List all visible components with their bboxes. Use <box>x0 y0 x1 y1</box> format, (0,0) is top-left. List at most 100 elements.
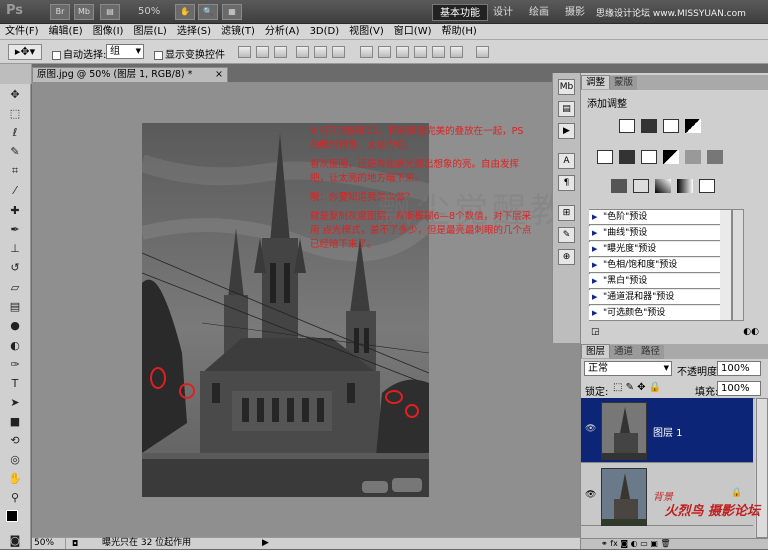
blur-tool-icon[interactable]: ● <box>4 317 26 335</box>
actions-icon[interactable]: ▶ <box>558 123 575 139</box>
tab-channels[interactable]: 通道 <box>610 345 638 359</box>
hand-tool-icon[interactable]: ✋ <box>175 4 195 20</box>
threshold-icon[interactable] <box>655 179 671 193</box>
auto-select-dropdown[interactable]: 组 ▼ <box>106 44 144 59</box>
levels-icon[interactable] <box>641 119 657 133</box>
clip-icon[interactable]: ◲ <box>591 327 600 337</box>
menu-image[interactable]: 图像(I) <box>88 24 129 40</box>
distribute-left-icon[interactable] <box>414 46 427 58</box>
menu-filter[interactable]: 滤镜(T) <box>216 24 260 40</box>
tool-presets-icon[interactable]: ⊞ <box>558 205 575 221</box>
delete-layer-icon[interactable]: 🗑 <box>660 539 670 548</box>
menu-window[interactable]: 窗口(W) <box>389 24 437 40</box>
align-left-icon[interactable] <box>296 46 309 58</box>
tab-layers[interactable]: 图层 <box>581 344 611 358</box>
extras-icon[interactable]: ▤ <box>100 4 120 20</box>
fx-icon[interactable]: fx <box>610 539 618 548</box>
align-hcenter-icon[interactable] <box>314 46 327 58</box>
history-icon[interactable]: ▤ <box>558 101 575 117</box>
workspace-design[interactable]: 设计 <box>486 4 520 21</box>
posterize-icon[interactable] <box>633 179 649 193</box>
align-vcenter-icon[interactable] <box>256 46 269 58</box>
brushes-icon[interactable]: ✎ <box>558 227 575 243</box>
dodge-tool-icon[interactable]: ◐ <box>4 337 26 355</box>
auto-align-icon[interactable] <box>476 46 489 58</box>
type-tool-icon[interactable]: T <box>4 375 26 393</box>
exposure-icon[interactable] <box>685 119 701 133</box>
menu-3d[interactable]: 3D(D) <box>305 24 345 40</box>
hue-saturation-icon[interactable] <box>619 150 635 164</box>
mini-bridge-icon[interactable]: Mb <box>558 79 575 95</box>
invert-icon[interactable] <box>611 179 627 193</box>
zoom-tool-icon[interactable]: ⚲ <box>4 489 26 507</box>
arrange-documents-icon[interactable]: ▦ <box>222 4 242 20</box>
tab-adjustments[interactable]: 调整 <box>581 75 611 89</box>
paragraph-icon[interactable]: ¶ <box>558 175 575 191</box>
tab-paths[interactable]: 路径 <box>637 345 665 359</box>
mini-bridge-button[interactable]: Mb <box>74 4 94 20</box>
preset-levels[interactable]: "色阶"预设 <box>589 210 720 225</box>
selective-color-icon[interactable] <box>699 179 715 193</box>
status-zoom[interactable]: 50% <box>34 538 66 549</box>
workspace-essentials[interactable]: 基本功能 <box>432 4 488 21</box>
visibility-eye-icon[interactable]: 👁 <box>585 424 596 434</box>
path-selection-tool-icon[interactable]: ➤ <box>4 394 26 412</box>
menu-select[interactable]: 选择(S) <box>172 24 216 40</box>
fill-field[interactable]: 100% <box>717 381 761 396</box>
eraser-tool-icon[interactable]: ▱ <box>4 279 26 297</box>
new-layer-icon[interactable]: ▣ <box>650 539 658 548</box>
lasso-tool-icon[interactable]: ℓ <box>4 124 26 142</box>
quick-mask-icon[interactable]: ◙ <box>4 532 26 550</box>
black-white-icon[interactable] <box>663 150 679 164</box>
distribute-bottom-icon[interactable] <box>396 46 409 58</box>
clone-stamp-tool-icon[interactable]: ⊥ <box>4 240 26 258</box>
preset-curves[interactable]: "曲线"预设 <box>589 226 720 241</box>
zoom-level[interactable]: 50% <box>138 4 160 20</box>
healing-brush-tool-icon[interactable]: ✚ <box>4 202 26 220</box>
menu-analysis[interactable]: 分析(A) <box>260 24 305 40</box>
preset-hue-saturation[interactable]: "色相/饱和度"预设 <box>589 258 720 273</box>
brightness-icon[interactable] <box>619 119 635 133</box>
new-group-icon[interactable]: ▭ <box>640 539 648 548</box>
move-tool-icon[interactable]: ✥ <box>4 86 26 104</box>
pen-tool-icon[interactable]: ✑ <box>4 356 26 374</box>
visibility-eye-icon[interactable]: 👁 <box>585 490 596 500</box>
shape-tool-icon[interactable]: ■ <box>4 413 26 431</box>
distribute-vcenter-icon[interactable] <box>378 46 391 58</box>
align-top-icon[interactable] <box>238 46 251 58</box>
history-brush-tool-icon[interactable]: ↺ <box>4 259 26 277</box>
document-tab[interactable]: 原图.jpg @ 50% (图层 1, RGB/8) * × <box>32 67 228 82</box>
blend-mode-dropdown[interactable]: 正常 ▼ <box>584 361 672 376</box>
preset-selective-color[interactable]: "可选颜色"预设 <box>589 306 720 321</box>
gradient-tool-icon[interactable]: ▤ <box>4 298 26 316</box>
menu-edit[interactable]: 编辑(E) <box>44 24 88 40</box>
preset-channel-mixer[interactable]: "通道混和器"预设 <box>589 290 720 305</box>
workspace-photography[interactable]: 摄影 <box>558 4 592 21</box>
channel-mixer-icon[interactable] <box>707 150 723 164</box>
bridge-button[interactable]: Br <box>50 4 70 20</box>
3d-rotate-tool-icon[interactable]: ⟲ <box>4 432 26 450</box>
menu-view[interactable]: 视图(V) <box>344 24 389 40</box>
move-tool-preset-icon[interactable]: ▸✥▾ <box>8 44 42 60</box>
new-adjustment-icon[interactable]: ◐ <box>631 539 638 548</box>
distribute-right-icon[interactable] <box>450 46 463 58</box>
workspace-painting[interactable]: 绘画 <box>522 4 556 21</box>
crop-tool-icon[interactable]: ⌗ <box>4 162 26 180</box>
color-balance-icon[interactable] <box>641 150 657 164</box>
status-arrow-icon[interactable]: ▶ <box>262 538 269 549</box>
menu-layer[interactable]: 图层(L) <box>128 24 171 40</box>
menu-help[interactable]: 帮助(H) <box>437 24 482 40</box>
tab-masks[interactable]: 蒙版 <box>610 76 638 90</box>
hand-tool-icon[interactable]: ✋ <box>4 470 26 488</box>
preset-black-white[interactable]: "黑白"预设 <box>589 274 720 289</box>
eyedropper-tool-icon[interactable]: ⁄ <box>4 182 26 200</box>
brush-tool-icon[interactable]: ✒ <box>4 221 26 239</box>
marquee-tool-icon[interactable]: ⬚ <box>4 105 26 123</box>
panel-options-icon[interactable]: ◐◐ <box>743 327 759 337</box>
character-icon[interactable]: A <box>558 153 575 169</box>
vibrance-icon[interactable] <box>597 150 613 164</box>
menu-file[interactable]: 文件(F) <box>0 24 44 40</box>
gradient-map-icon[interactable] <box>677 179 693 193</box>
opacity-field[interactable]: 100% <box>717 361 761 376</box>
align-right-icon[interactable] <box>332 46 345 58</box>
